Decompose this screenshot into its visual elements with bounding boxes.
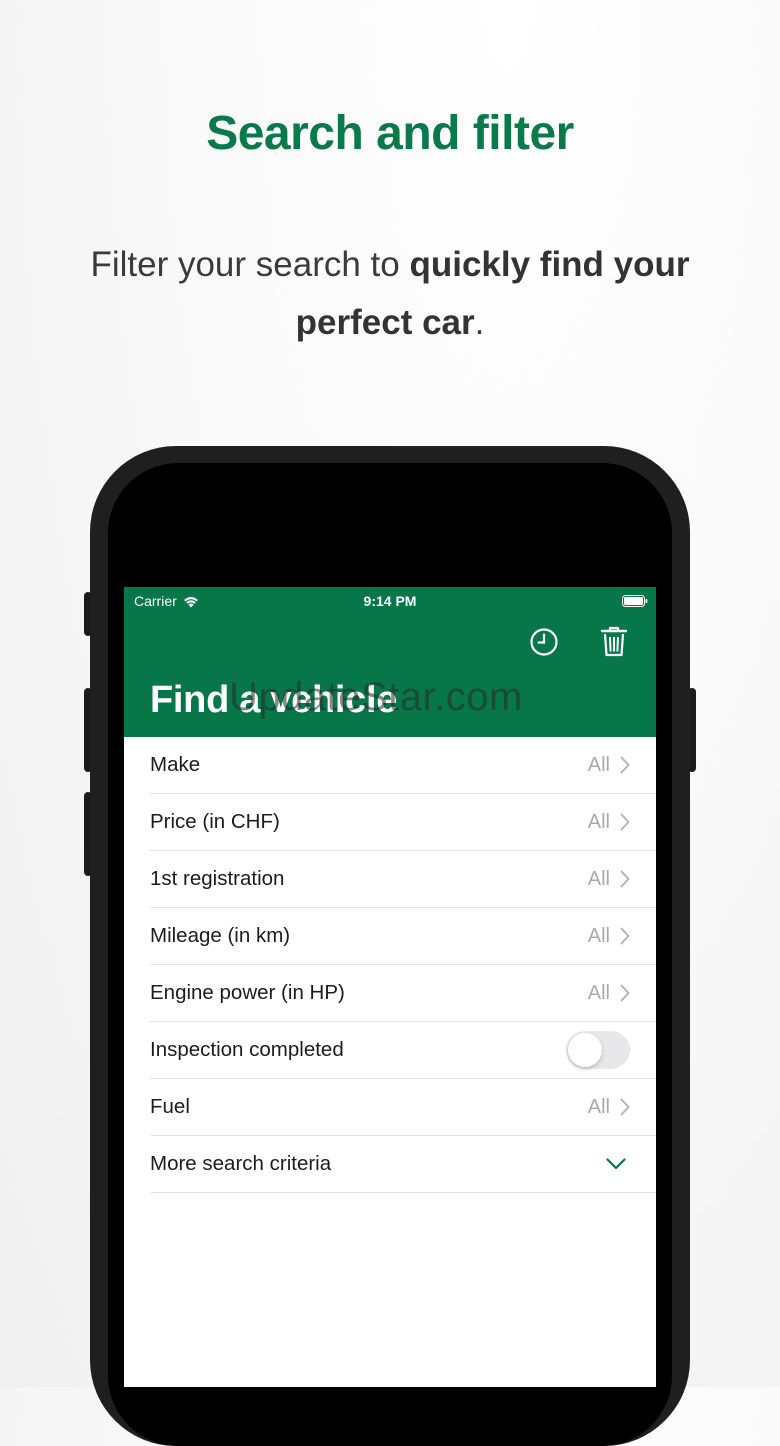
filter-label: Make	[150, 753, 201, 776]
promo-subtitle: Filter your search to quickly find your …	[70, 236, 710, 352]
filter-row-more-criteria[interactable]: More search criteria	[150, 1136, 656, 1193]
app-navigation-bar: Carrier 9:14 PM Find a vehicle	[124, 587, 656, 737]
filter-list: Make All Price (in CHF) All 1st registra…	[124, 737, 656, 1193]
filter-row-price[interactable]: Price (in CHF) All	[150, 794, 656, 851]
filter-value: All	[587, 1095, 610, 1118]
inspection-toggle[interactable]	[566, 1031, 630, 1069]
chevron-down-icon	[606, 1158, 626, 1170]
filter-label: Fuel	[150, 1095, 190, 1118]
filter-label: 1st registration	[150, 867, 285, 890]
filter-value: All	[587, 924, 610, 947]
filter-row-engine-power[interactable]: Engine power (in HP) All	[150, 965, 656, 1022]
filter-row-fuel[interactable]: Fuel All	[150, 1079, 656, 1136]
chevron-right-icon	[620, 1098, 630, 1116]
filter-row-mileage[interactable]: Mileage (in km) All	[150, 908, 656, 965]
history-button[interactable]	[528, 625, 560, 659]
delete-button[interactable]	[598, 625, 630, 659]
filter-label: More search criteria	[150, 1152, 332, 1175]
chevron-right-icon	[620, 870, 630, 888]
filter-row-inspection: Inspection completed	[150, 1022, 656, 1079]
filter-value: All	[587, 867, 610, 890]
promo-title: Search and filter	[206, 107, 574, 160]
app-screen: Carrier 9:14 PM Find a vehicle UpdateSta…	[124, 587, 656, 1387]
chevron-right-icon	[620, 813, 630, 831]
chevron-right-icon	[620, 756, 630, 774]
history-clock-icon	[530, 628, 558, 656]
status-time: 9:14 PM	[363, 593, 417, 609]
trash-icon	[600, 626, 628, 657]
filter-row-registration[interactable]: 1st registration All	[150, 851, 656, 908]
battery-icon	[622, 595, 648, 607]
filter-value: All	[587, 981, 610, 1004]
filter-label: Price (in CHF)	[150, 810, 280, 833]
filter-row-make[interactable]: Make All	[150, 737, 656, 794]
filter-value: All	[587, 810, 610, 833]
filter-label: Engine power (in HP)	[150, 981, 345, 1004]
promo-subtitle-end: .	[474, 303, 485, 342]
chevron-right-icon	[620, 927, 630, 945]
filter-label: Inspection completed	[150, 1038, 344, 1061]
promo-subtitle-text: Filter your search to	[90, 245, 410, 284]
filter-label: Mileage (in km)	[150, 924, 291, 947]
chevron-right-icon	[620, 984, 630, 1002]
toggle-knob	[568, 1033, 602, 1067]
filter-value: All	[587, 753, 610, 776]
page-title: Find a vehicle	[150, 679, 398, 721]
